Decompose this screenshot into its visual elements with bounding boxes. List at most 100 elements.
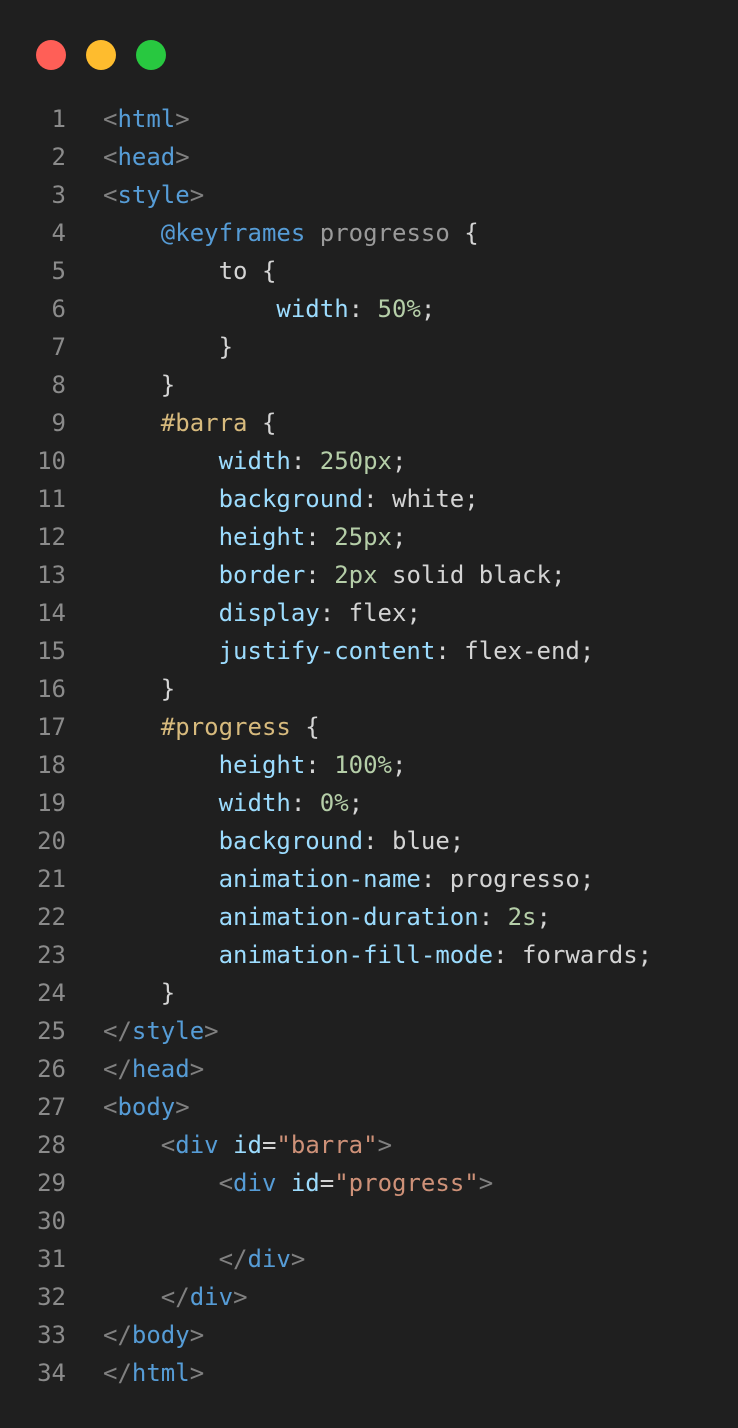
code-token: style <box>117 181 190 209</box>
code-token: </ <box>103 1055 132 1083</box>
line-number: 25 <box>37 1017 66 1045</box>
code-line: 5 to { <box>0 252 738 290</box>
code-token: < <box>103 143 118 171</box>
code-line: 13 border: 2px solid black; <box>0 556 738 594</box>
code-token: width <box>276 295 349 323</box>
code-token: div <box>247 1245 291 1273</box>
line-number: 23 <box>37 941 66 969</box>
code-token: id <box>233 1131 262 1159</box>
line-number: 32 <box>37 1283 66 1311</box>
line-number: 9 <box>51 409 66 437</box>
code-token: = <box>261 1131 277 1159</box>
code-token: border <box>218 561 306 589</box>
line-number: 30 <box>37 1207 66 1235</box>
code-token: > <box>175 143 190 171</box>
line-source: <head> <box>103 138 190 176</box>
code-token: to { <box>103 257 277 285</box>
line-source: </style> <box>103 1012 219 1050</box>
code-token: ; <box>550 561 566 589</box>
window-controls <box>36 40 166 70</box>
code-token: ; <box>464 485 479 513</box>
line-number: 34 <box>37 1359 66 1387</box>
line-number: 8 <box>51 371 66 399</box>
code-token: : <box>435 637 465 665</box>
code-token: > <box>175 105 190 133</box>
code-line: 32 </div> <box>0 1278 738 1316</box>
code-token: justify-content <box>218 637 436 665</box>
code-token: ; <box>536 903 551 931</box>
code-token: div <box>233 1169 277 1197</box>
code-token: > <box>233 1283 248 1311</box>
code-token: 100% <box>334 751 392 779</box>
code-token: < <box>103 181 118 209</box>
close-icon[interactable] <box>36 40 66 70</box>
code-token: head <box>117 143 176 171</box>
code-line: 16 } <box>0 670 738 708</box>
code-line: 6 width: 50%; <box>0 290 738 328</box>
line-number: 13 <box>37 561 66 589</box>
code-token: body <box>131 1321 190 1349</box>
code-token: html <box>117 105 176 133</box>
line-number: 17 <box>37 713 66 741</box>
line-number: 2 <box>51 143 66 171</box>
code-line: 10 width: 250px; <box>0 442 738 480</box>
code-token: style <box>131 1017 205 1045</box>
code-line: 21 animation-name: progresso; <box>0 860 738 898</box>
line-number: 1 <box>51 105 66 133</box>
code-token: : <box>363 827 392 855</box>
code-token: head <box>131 1055 190 1083</box>
line-source: </html> <box>103 1354 204 1392</box>
code-token: 2s <box>507 903 537 931</box>
line-source: @keyframes progresso { <box>103 214 479 252</box>
code-token: : <box>290 447 320 475</box>
line-source: } <box>103 670 175 708</box>
line-source: <div id="progress"> <box>103 1164 494 1202</box>
line-number: 29 <box>37 1169 66 1197</box>
code-token: ; <box>579 865 595 893</box>
code-line: 26 </head> <box>0 1050 738 1088</box>
code-line: 24 } <box>0 974 738 1012</box>
code-token: </ <box>160 1283 190 1311</box>
code-token: height <box>218 751 306 779</box>
code-token: background <box>218 827 364 855</box>
code-line: 33 </body> <box>0 1316 738 1354</box>
code-token: 250px <box>319 447 392 475</box>
line-number: 14 <box>37 599 66 627</box>
code-token: : <box>348 295 378 323</box>
line-source: to { <box>103 252 277 290</box>
maximize-icon[interactable] <box>136 40 166 70</box>
line-source: </div> <box>103 1240 306 1278</box>
code-token: 25px <box>334 523 392 551</box>
line-number: 18 <box>37 751 66 779</box>
code-line: 31 </div> <box>0 1240 738 1278</box>
code-line: 27 <body> <box>0 1088 738 1126</box>
code-token: animation-name <box>218 865 421 893</box>
code-token: progresso <box>319 219 450 247</box>
code-token: < <box>103 105 118 133</box>
line-number: 7 <box>51 333 66 361</box>
code-line: 15 justify-content: flex-end; <box>0 632 738 670</box>
line-number: 15 <box>37 637 66 665</box>
code-line: 8 } <box>0 366 738 404</box>
code-token: progresso <box>449 865 580 893</box>
code-token: > <box>189 181 205 209</box>
line-number: 31 <box>37 1245 66 1273</box>
code-token: flex-end <box>464 637 580 665</box>
code-editor[interactable]: 1 <html> 2 <head> 3 <style> 4 @keyframes progr… <box>0 100 738 1392</box>
line-source: width: 250px; <box>103 442 407 480</box>
minimize-icon[interactable] <box>86 40 116 70</box>
line-source: } <box>103 328 233 366</box>
code-token: } <box>103 675 176 703</box>
